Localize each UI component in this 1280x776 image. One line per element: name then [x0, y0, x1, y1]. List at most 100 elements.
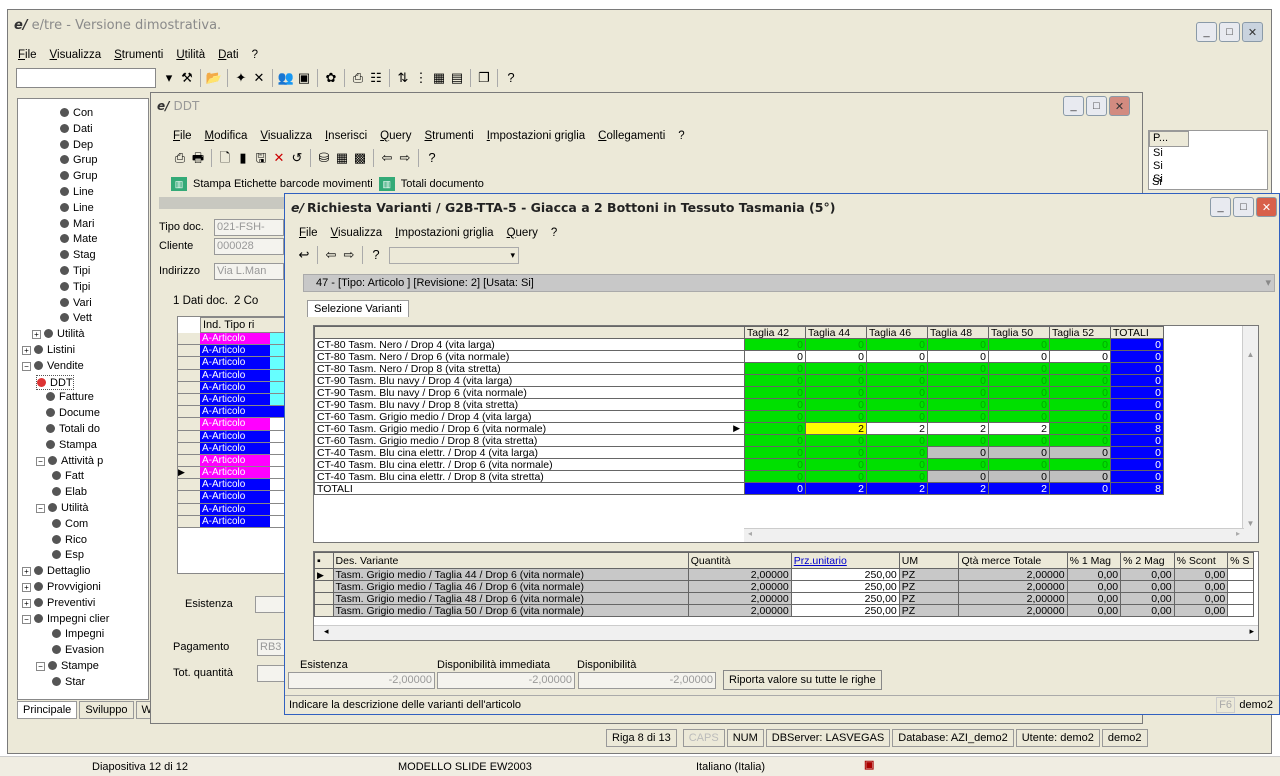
variant-qty-cell[interactable]: 0 [744, 398, 806, 411]
tree-item[interactable]: + Listini [22, 343, 75, 358]
variant-row[interactable]: CT-80 Tasm. Nero / Drop 4 (vita larga) 0 0… [314, 338, 1224, 351]
tot-quantita-field[interactable] [257, 665, 287, 682]
table-cell[interactable]: 0,00 [1173, 568, 1229, 581]
arrow-right-icon[interactable]: ⇨ [340, 246, 358, 264]
menu-query[interactable]: Query [507, 227, 538, 239]
variant-qty-cell[interactable]: 0 [1049, 398, 1111, 411]
variant-row[interactable]: CT-80 Tasm. Nero / Drop 8 (vita stretta)… [314, 362, 1224, 375]
variant-row[interactable]: CT-60 Tasm. Grigio medio / Drop 6 (vita … [314, 422, 1224, 435]
totals-icon[interactable]: ▥ [378, 177, 395, 191]
variant-qty-cell[interactable]: 0 [744, 338, 806, 351]
column-header[interactable]: % 2 Mag [1120, 552, 1175, 569]
variant-qty-cell[interactable]: 0 [1049, 410, 1111, 423]
tree-item[interactable]: − Utilità [36, 501, 89, 516]
arrow-left-icon[interactable]: ⇦ [322, 246, 340, 264]
open-folder-icon[interactable]: 📂 [205, 69, 223, 87]
variant-row[interactable]: CT-90 Tasm. Blu navy / Drop 6 (vita norm… [314, 386, 1224, 399]
tree-item[interactable]: Mari [60, 217, 94, 232]
barcode-icon[interactable]: ▥ [171, 177, 187, 191]
variant-qty-cell[interactable]: 0 [866, 398, 928, 411]
menu-file[interactable]: File [18, 49, 37, 61]
variant-qty-cell[interactable]: 0 [744, 410, 806, 423]
variant-qty-cell[interactable]: 0 [927, 434, 989, 447]
menu-help[interactable]: ? [678, 130, 684, 142]
tree-item[interactable]: − Impegni clier [22, 612, 109, 627]
maximize-icon[interactable]: □ [1219, 22, 1240, 42]
print-preview-icon[interactable]: ⎙ [349, 69, 367, 87]
menu-strumenti[interactable]: Strumenti [424, 130, 473, 142]
column-header[interactable]: % 1 Mag [1066, 552, 1122, 569]
variant-qty-cell[interactable]: 0 [1110, 362, 1164, 375]
tab-sviluppo[interactable]: Sviluppo [79, 701, 134, 719]
table-cell[interactable]: 0,00 [1066, 580, 1122, 593]
esistenza-field[interactable] [255, 596, 285, 613]
variant-qty-cell[interactable]: 0 [805, 446, 867, 459]
variant-qty-cell[interactable]: 0 [988, 434, 1050, 447]
variant-qty-cell[interactable]: 0 [1110, 386, 1164, 399]
table-row[interactable]: A-Articolo [178, 479, 286, 492]
menu-visualizza[interactable]: Visualizza [50, 49, 102, 61]
minimize-icon[interactable]: _ [1196, 22, 1217, 42]
menu-visualizza[interactable]: Visualizza [260, 130, 312, 142]
expand-icon[interactable]: + [22, 598, 31, 608]
print-preview-icon[interactable]: ⎙ [171, 149, 189, 167]
table-cell[interactable]: 250,00 [790, 604, 900, 617]
variant-qty-cell[interactable]: 0 [988, 362, 1050, 375]
table-row[interactable]: A-Articolo [178, 333, 286, 346]
table-cell[interactable]: 0,00 [1120, 592, 1175, 605]
variant-qty-cell[interactable]: 0 [927, 458, 989, 471]
variant-qty-cell[interactable]: 0 [866, 386, 928, 399]
menu-inserisci[interactable]: Inserisci [325, 130, 367, 142]
variant-qty-cell[interactable]: 0 [927, 446, 989, 459]
new-doc-icon[interactable]: 🗋 [216, 149, 234, 167]
variant-qty-cell[interactable]: 0 [988, 410, 1050, 423]
variant-qty-cell[interactable]: 0 [744, 386, 806, 399]
filter-icon[interactable]: ⛁ [315, 149, 333, 167]
table-cell[interactable]: 0,00 [1173, 580, 1229, 593]
esistenza-field[interactable]: -2,00000 [288, 672, 435, 689]
variant-qty-cell[interactable]: 0 [927, 410, 989, 423]
tab-dati-doc[interactable]: 1 Dati doc. [173, 295, 228, 307]
table-row[interactable]: Tasm. Grigio medio / Taglia 46 / Drop 6 … [314, 580, 1254, 593]
variant-qty-cell[interactable]: 0 [1110, 410, 1164, 423]
tree-item[interactable]: Rico [52, 533, 87, 548]
table-row[interactable]: Tasm. Grigio medio / Taglia 48 / Drop 6 … [314, 592, 1254, 605]
expand-icon[interactable]: + [22, 583, 31, 592]
tree-item[interactable]: Impegni [52, 627, 104, 642]
variant-qty-cell[interactable]: 2 [866, 422, 928, 435]
toolbar-combo[interactable] [16, 68, 156, 88]
tree-item[interactable]: + Provvigioni [22, 580, 101, 595]
tree-item[interactable]: Elab [52, 485, 87, 500]
minimize-icon[interactable]: _ [1210, 197, 1231, 217]
variant-row[interactable]: CT-60 Tasm. Grigio medio / Drop 8 (vita … [314, 434, 1224, 447]
table-row[interactable]: ▶ Tasm. Grigio medio / Taglia 44 / Drop 6… [314, 568, 1254, 581]
sort-icon[interactable]: ⇅ [394, 69, 412, 87]
expand-icon[interactable]: + [22, 346, 31, 355]
menu-dati[interactable]: Dati [218, 49, 238, 61]
variant-row[interactable]: CT-80 Tasm. Nero / Drop 6 (vita normale)… [314, 350, 1224, 363]
variant-qty-cell[interactable]: 0 [927, 386, 989, 399]
tree-item[interactable]: Vari [60, 296, 92, 311]
table-row[interactable]: A-Articolo [178, 503, 286, 516]
variant-qty-cell[interactable]: 0 [1110, 434, 1164, 447]
help-icon[interactable]: ? [423, 149, 441, 167]
tree-item[interactable]: Tipi [60, 264, 90, 279]
tree-item[interactable]: + Dettaglio [22, 564, 90, 579]
table-row[interactable]: A-Articolo [178, 454, 286, 468]
tree-item[interactable]: − Vendite [22, 359, 84, 374]
delete-icon[interactable]: ✕ [270, 149, 288, 167]
variant-qty-cell[interactable]: 0 [744, 434, 806, 447]
table-cell[interactable]: 2,00000 [687, 604, 792, 617]
table-cell[interactable]: 0,00 [1066, 568, 1122, 581]
column-header[interactable]: UM [898, 552, 960, 569]
variant-qty-cell[interactable]: 0 [866, 374, 928, 387]
tree-item[interactable]: + Utilità [32, 327, 85, 342]
table-cell[interactable]: 0,00 [1120, 580, 1175, 593]
tree-icon[interactable]: ⋮ [412, 69, 430, 87]
table-cell[interactable]: 2,00000 [687, 592, 792, 605]
expand-icon[interactable]: − [36, 504, 45, 513]
tree-item[interactable]: Docume [46, 406, 100, 421]
size-header[interactable]: Taglia 42 [744, 326, 806, 339]
close-icon[interactable]: ✕ [1242, 22, 1263, 42]
window-icon[interactable]: ❐ [475, 69, 493, 87]
